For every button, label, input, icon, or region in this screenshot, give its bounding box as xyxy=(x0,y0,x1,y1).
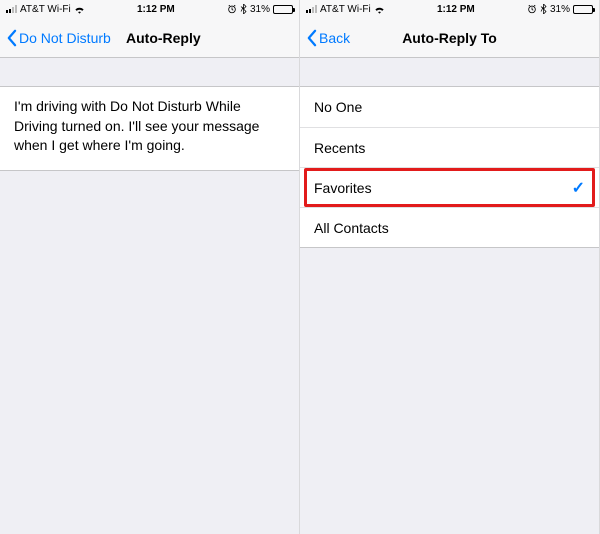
alarm-icon xyxy=(227,4,237,14)
option-favorites[interactable]: Favorites ✓ xyxy=(300,167,599,207)
back-button[interactable]: Do Not Disturb xyxy=(6,29,111,47)
battery-pct: 31% xyxy=(250,4,270,15)
bluetooth-icon xyxy=(540,4,547,14)
bluetooth-icon xyxy=(240,4,247,14)
option-recents[interactable]: Recents xyxy=(300,127,599,167)
nav-title: Auto-Reply xyxy=(126,30,201,46)
option-label: No One xyxy=(314,99,362,115)
option-label: Recents xyxy=(314,140,365,156)
carrier-label: AT&T Wi-Fi xyxy=(20,4,71,15)
option-all-contacts[interactable]: All Contacts xyxy=(300,207,599,247)
spacer xyxy=(0,58,299,86)
checkmark-icon: ✓ xyxy=(572,178,585,198)
status-left: AT&T Wi-Fi xyxy=(6,4,85,15)
auto-reply-screen: AT&T Wi-Fi 1:12 PM 31% Do Not Disturb Au… xyxy=(0,0,300,534)
chevron-left-icon xyxy=(6,29,17,47)
status-bar: AT&T Wi-Fi 1:12 PM 31% xyxy=(0,0,299,18)
spacer xyxy=(300,58,599,86)
status-left: AT&T Wi-Fi xyxy=(306,4,385,15)
chevron-left-icon xyxy=(306,29,317,47)
nav-bar: Do Not Disturb Auto-Reply xyxy=(0,18,299,58)
cell-signal-icon xyxy=(306,5,317,13)
battery-icon xyxy=(573,5,593,14)
wifi-icon xyxy=(74,5,85,14)
auto-reply-message[interactable]: I'm driving with Do Not Disturb While Dr… xyxy=(0,87,299,170)
status-right: 31% xyxy=(227,4,293,15)
battery-pct: 31% xyxy=(550,4,570,15)
nav-bar: Back Auto-Reply To xyxy=(300,18,599,58)
status-right: 31% xyxy=(527,4,593,15)
content-area: I'm driving with Do Not Disturb While Dr… xyxy=(0,58,299,534)
option-no-one[interactable]: No One xyxy=(300,87,599,127)
status-time: 1:12 PM xyxy=(437,4,475,15)
status-bar: AT&T Wi-Fi 1:12 PM 31% xyxy=(300,0,599,18)
option-label: All Contacts xyxy=(314,220,389,236)
content-area: No One Recents Favorites ✓ All Contacts xyxy=(300,58,599,534)
carrier-label: AT&T Wi-Fi xyxy=(320,4,371,15)
back-label: Do Not Disturb xyxy=(19,30,111,46)
back-button[interactable]: Back xyxy=(306,29,350,47)
wifi-icon xyxy=(374,5,385,14)
auto-reply-to-screen: AT&T Wi-Fi 1:12 PM 31% Back Auto-Reply T… xyxy=(300,0,600,534)
battery-icon xyxy=(273,5,293,14)
options-group: No One Recents Favorites ✓ All Contacts xyxy=(300,86,599,248)
alarm-icon xyxy=(527,4,537,14)
back-label: Back xyxy=(319,30,350,46)
cell-signal-icon xyxy=(6,5,17,13)
status-time: 1:12 PM xyxy=(137,4,175,15)
option-label: Favorites xyxy=(314,180,372,196)
message-group: I'm driving with Do Not Disturb While Dr… xyxy=(0,86,299,171)
